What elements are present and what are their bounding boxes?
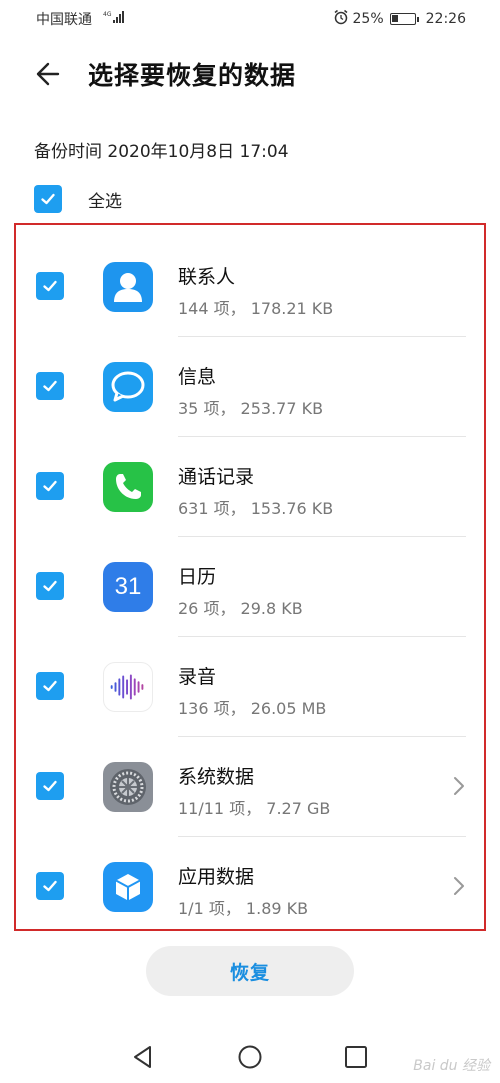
checkbox-checked-icon[interactable] — [36, 872, 64, 900]
phone-icon — [103, 462, 153, 512]
back-arrow-icon — [36, 62, 60, 86]
checkbox-checked-icon[interactable] — [36, 272, 64, 300]
restore-button[interactable]: 恢复 — [146, 946, 354, 996]
item-name: 信息 — [178, 366, 217, 388]
data-item-messages[interactable]: 信息 35 项， 253.77 KB — [0, 337, 500, 437]
chevron-right-icon[interactable] — [452, 875, 466, 897]
nav-recent-apps-icon[interactable] — [343, 1044, 369, 1070]
item-detail: 631 项， 153.76 KB — [178, 499, 334, 518]
data-item-contacts[interactable]: 联系人 144 项， 178.21 KB — [0, 237, 500, 337]
clock: 22:26 — [425, 11, 466, 27]
battery-percent: 25% — [352, 11, 384, 27]
item-name: 录音 — [178, 666, 217, 688]
header: 选择要恢复的数据 — [0, 50, 500, 98]
checkbox-checked-icon[interactable] — [36, 772, 64, 800]
item-name: 应用数据 — [178, 866, 255, 888]
item-name: 通话记录 — [178, 466, 255, 488]
chevron-right-icon[interactable] — [452, 775, 466, 797]
item-detail: 35 项， 253.77 KB — [178, 399, 324, 418]
nav-home-icon[interactable] — [237, 1044, 263, 1070]
item-name: 日历 — [178, 566, 217, 588]
item-detail: 1/1 项， 1.89 KB — [178, 899, 309, 918]
data-item-calendar[interactable]: 31 日历 26 项， 29.8 KB — [0, 537, 500, 637]
select-all-checkbox[interactable]: 全选 — [34, 183, 122, 215]
carrier-name: 中国联通 — [36, 12, 92, 28]
checkbox-checked-icon[interactable] — [36, 672, 64, 700]
messages-icon — [103, 362, 153, 412]
contacts-icon — [103, 262, 153, 312]
item-detail: 11/11 项， 7.27 GB — [178, 799, 331, 818]
app-data-icon — [103, 862, 153, 912]
signal-icon: 4G — [103, 10, 127, 28]
checkbox-checked-icon — [34, 185, 62, 213]
network-type: 4G — [103, 11, 112, 18]
checkbox-checked-icon[interactable] — [36, 472, 64, 500]
nav-back-icon[interactable] — [130, 1044, 156, 1070]
item-name: 系统数据 — [178, 766, 255, 788]
item-name: 联系人 — [178, 266, 236, 288]
data-item-recorder[interactable]: 录音 136 项， 26.05 MB — [0, 637, 500, 737]
data-item-system-data[interactable]: 系统数据 11/11 项， 7.27 GB — [0, 737, 500, 837]
calendar-icon: 31 — [103, 562, 153, 612]
select-all-label: 全选 — [88, 191, 122, 212]
battery-icon — [389, 13, 419, 25]
status-bar: 中国联通 4G 25% 22:26 — [0, 0, 500, 36]
page-title: 选择要恢复的数据 — [88, 61, 297, 90]
watermark: Bai du 经验 — [413, 1058, 490, 1074]
item-detail: 136 项， 26.05 MB — [178, 699, 327, 718]
back-button[interactable] — [28, 58, 68, 90]
data-item-call-log[interactable]: 通话记录 631 项， 153.76 KB — [0, 437, 500, 537]
item-detail: 26 项， 29.8 KB — [178, 599, 303, 618]
backup-time: 备份时间 2020年10月8日 17:04 — [34, 142, 289, 162]
data-item-app-data[interactable]: 应用数据 1/1 项， 1.89 KB — [0, 837, 500, 937]
checkbox-checked-icon[interactable] — [36, 372, 64, 400]
checkbox-checked-icon[interactable] — [36, 572, 64, 600]
recorder-icon — [103, 662, 153, 712]
alarm-icon — [333, 9, 349, 29]
system-settings-icon — [103, 762, 153, 812]
item-detail: 144 项， 178.21 KB — [178, 299, 334, 318]
